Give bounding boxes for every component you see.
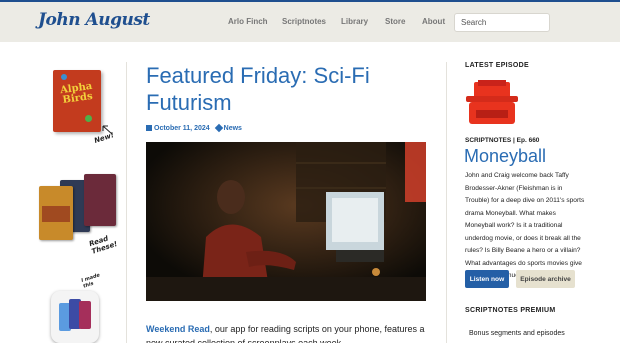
bird-icon [85,115,92,122]
nav-library[interactable]: Library [341,17,368,26]
post-hero-image [146,142,426,301]
left-divider [126,62,127,343]
episode-archive-button[interactable]: Episode archive [516,270,575,288]
book-title: Alpha Birds [59,80,94,107]
typewriter-icon [466,80,518,124]
handwritten-note-made-this: I made this [80,272,101,290]
latest-episode-heading: LATEST EPISODE [465,62,529,69]
episode-label: SCRIPTNOTES | Ep. 660 [465,137,540,144]
search-input[interactable] [454,13,550,32]
post-body: Weekend Read, our app for reading script… [146,322,426,343]
arlo-finch-book-3[interactable] [84,174,116,226]
post-category[interactable]: News [224,125,242,132]
tag-icon [214,123,223,133]
site-header: John August Arlo Finch Scriptnotes Libra… [0,0,620,42]
nav-store[interactable]: Store [385,17,405,26]
highland-app-icon[interactable] [51,291,99,343]
arlo-finch-book-1[interactable] [39,186,73,240]
nav-about[interactable]: About [422,17,445,26]
handwritten-note-read-these: Read These! [88,234,119,256]
alpha-birds-book-cover[interactable]: Alpha Birds [53,70,101,132]
bird-icon [61,74,67,80]
post-date: October 11, 2024 [154,125,210,132]
post-meta: October 11, 2024 News [146,123,242,133]
premium-list-item[interactable]: Bonus segments and episodes [469,330,565,337]
site-logo[interactable]: John August [38,10,150,30]
nav-arlo-finch[interactable]: Arlo Finch [228,17,268,26]
calendar-icon [146,125,152,131]
post-title[interactable]: Featured Friday: Sci-Fi Futurism [146,62,426,116]
arrow-icon [102,125,113,135]
scriptnotes-premium-heading: SCRIPTNOTES PREMIUM [465,307,556,314]
right-divider [446,62,447,343]
listen-now-button[interactable]: Listen now [465,270,509,288]
episode-description: John and Craig welcome back Taffy Brodes… [465,172,585,279]
nav-scriptnotes[interactable]: Scriptnotes [282,17,326,26]
episode-title[interactable]: Moneyball [464,146,546,167]
weekend-read-link[interactable]: Weekend Read [146,324,210,334]
